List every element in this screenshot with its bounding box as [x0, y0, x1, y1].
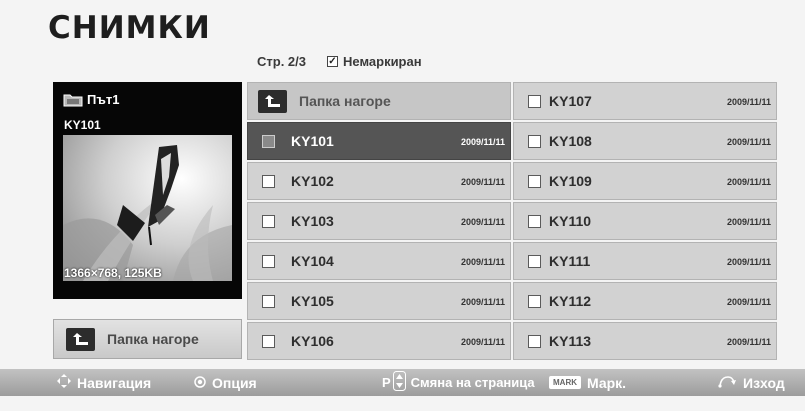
- file-name: KY108: [549, 133, 592, 149]
- file-date: 2009/11/11: [726, 177, 771, 187]
- preview-image: [63, 135, 232, 342]
- file-item-ky112[interactable]: KY112 2009/11/11: [513, 282, 777, 320]
- file-date: 2009/11/11: [726, 137, 771, 147]
- file-item-ky101[interactable]: KY101 2009/11/11: [247, 122, 511, 160]
- path-label: Път1: [87, 92, 120, 107]
- exit-return-icon: [717, 374, 737, 391]
- preview-info: 1366×768, 125KB: [64, 266, 162, 280]
- file-item-ky104[interactable]: KY104 2009/11/11: [247, 242, 511, 280]
- file-checkbox[interactable]: [262, 294, 275, 308]
- pager: Стр. 2/3 ✓ Немаркиран: [257, 54, 422, 69]
- navigation-arrows-icon: [57, 374, 71, 391]
- option-button-icon: [194, 375, 206, 391]
- file-checkbox[interactable]: [262, 134, 275, 148]
- file-date: 2009/11/11: [460, 297, 505, 307]
- file-name: KY107: [549, 93, 592, 109]
- file-name: KY110: [549, 213, 592, 229]
- file-date: 2009/11/11: [460, 257, 505, 267]
- file-name: KY113: [549, 333, 592, 349]
- file-checkbox[interactable]: [528, 94, 541, 108]
- file-name: KY112: [549, 293, 592, 309]
- file-date: 2009/11/11: [460, 337, 505, 347]
- file-item-ky106[interactable]: KY106 2009/11/11: [247, 322, 511, 360]
- unmarked-toggle[interactable]: ✓ Немаркиран: [327, 54, 422, 69]
- page-change-label: Смяна на страница: [410, 375, 535, 390]
- file-checkbox[interactable]: [528, 254, 541, 268]
- file-checkbox[interactable]: [262, 334, 275, 348]
- file-item-ky109[interactable]: KY109 2009/11/11: [513, 162, 777, 200]
- file-date: 2009/11/11: [726, 297, 771, 307]
- preview-filename: KY101: [64, 118, 101, 132]
- grid-folder-up[interactable]: Папка нагоре: [247, 82, 511, 120]
- page-title: СНИМКИ: [48, 10, 211, 46]
- unmarked-label: Немаркиран: [343, 54, 422, 69]
- file-name: KY103: [291, 213, 334, 229]
- file-name: KY111: [549, 253, 591, 269]
- navigation-label: Навигация: [77, 374, 152, 391]
- file-item-ky111[interactable]: KY111 2009/11/11: [513, 242, 777, 280]
- file-item-ky105[interactable]: KY105 2009/11/11: [247, 282, 511, 320]
- footer-exit: Изход: [717, 369, 785, 396]
- butterfly-image: [63, 135, 232, 281]
- folder-up-label: Папка нагоре: [107, 331, 199, 347]
- file-date: 2009/11/11: [726, 97, 771, 107]
- folder-icon: [63, 92, 83, 107]
- file-name: KY109: [549, 173, 592, 189]
- file-grid: Папка нагоре KY101 2009/11/11 KY102 2009…: [247, 82, 777, 360]
- file-item-ky107[interactable]: KY107 2009/11/11: [513, 82, 777, 120]
- file-date: 2009/11/11: [726, 257, 771, 267]
- file-item-ky110[interactable]: KY110 2009/11/11: [513, 202, 777, 240]
- folder-up-icon: [258, 89, 287, 113]
- grid-folder-up-label: Папка нагоре: [299, 93, 391, 109]
- file-checkbox[interactable]: [528, 294, 541, 308]
- file-item-ky113[interactable]: KY113 2009/11/11: [513, 322, 777, 360]
- file-checkbox[interactable]: [528, 174, 541, 188]
- file-checkbox[interactable]: [528, 214, 541, 228]
- file-item-ky108[interactable]: KY108 2009/11/11: [513, 122, 777, 160]
- path-row: Път1: [63, 92, 119, 107]
- file-checkbox[interactable]: [262, 214, 275, 228]
- file-date: 2009/11/11: [726, 217, 771, 227]
- file-date: 2009/11/11: [460, 137, 505, 147]
- file-item-ky102[interactable]: KY102 2009/11/11: [247, 162, 511, 200]
- folder-up-icon: [66, 327, 95, 351]
- file-date: 2009/11/11: [726, 337, 771, 347]
- footer-mark: MARK Марк.: [549, 369, 626, 396]
- check-icon: ✓: [327, 55, 338, 67]
- mark-key-badge: MARK: [549, 376, 581, 389]
- page-key-label: P: [382, 375, 391, 390]
- file-name: KY105: [291, 293, 334, 309]
- page-up-down-icon: [392, 371, 406, 394]
- preview-panel: Път1 KY101 1366×768, 125KB: [53, 82, 242, 299]
- file-name: KY101: [291, 133, 334, 149]
- file-date: 2009/11/11: [460, 217, 505, 227]
- file-checkbox[interactable]: [528, 334, 541, 348]
- footer-bar: Навигация Опция P Смяна на страница MARK…: [0, 369, 805, 396]
- page-indicator: Стр. 2/3: [257, 54, 306, 69]
- file-name: KY106: [291, 333, 334, 349]
- footer-option: Опция: [194, 369, 257, 396]
- exit-label: Изход: [743, 374, 785, 391]
- file-checkbox[interactable]: [262, 174, 275, 188]
- footer-navigation: Навигация: [57, 369, 151, 396]
- file-name: KY104: [291, 253, 334, 269]
- file-checkbox[interactable]: [528, 134, 541, 148]
- file-date: 2009/11/11: [460, 177, 505, 187]
- footer-page-change: P Смяна на страница: [382, 369, 535, 396]
- file-item-ky103[interactable]: KY103 2009/11/11: [247, 202, 511, 240]
- mark-label: Марк.: [587, 374, 627, 391]
- file-checkbox[interactable]: [262, 254, 275, 268]
- folder-up-button[interactable]: Папка нагоре: [53, 319, 242, 359]
- option-label: Опция: [212, 374, 257, 391]
- file-name: KY102: [291, 173, 334, 189]
